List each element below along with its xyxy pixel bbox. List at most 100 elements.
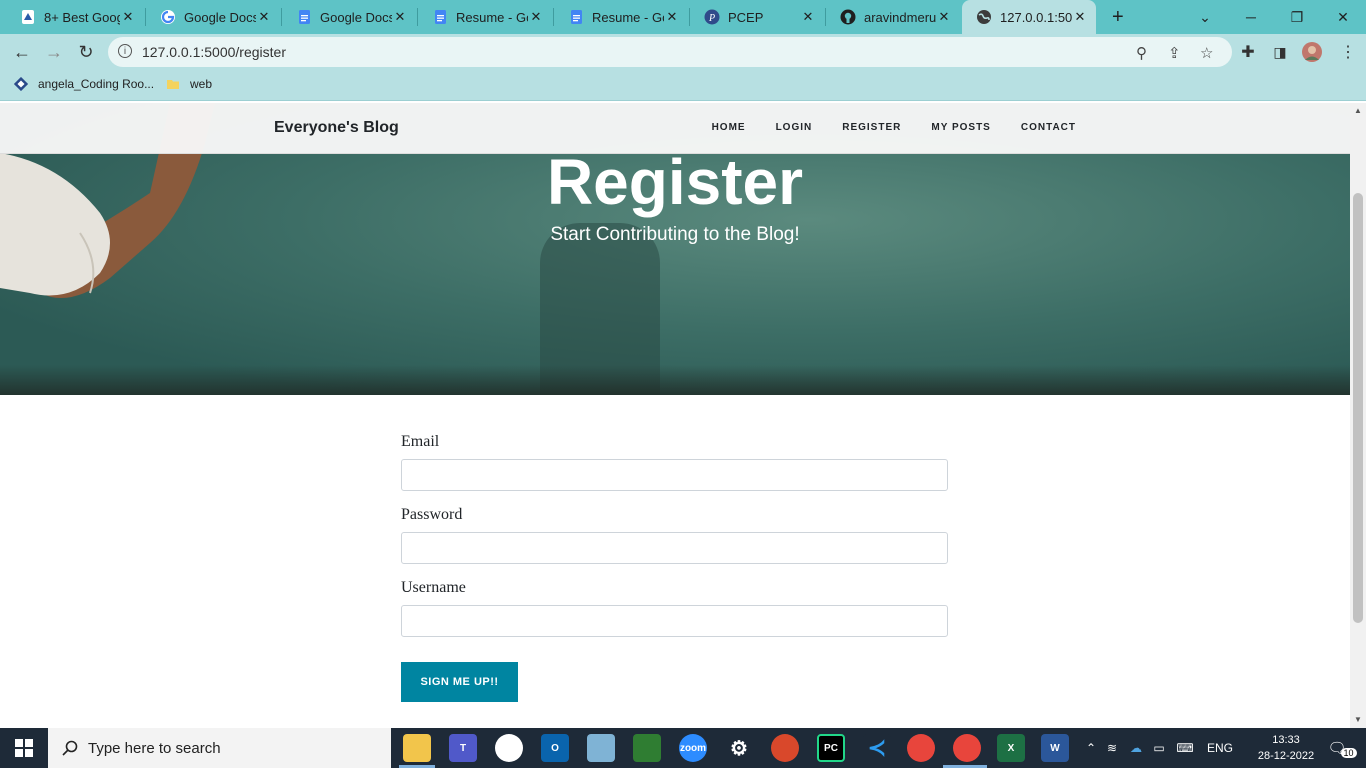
zoom-icon[interactable]: ⚲ — [1136, 44, 1147, 62]
side-panel-button[interactable]: ◨ — [1266, 38, 1294, 66]
globe-icon — [977, 10, 991, 24]
close-icon: ✕ — [1337, 8, 1349, 25]
language-indicator[interactable]: ENG — [1200, 741, 1240, 755]
tab-search-button[interactable]: ⌄ — [1182, 0, 1228, 34]
bookmark-folder[interactable]: web — [166, 77, 212, 91]
address-bar[interactable]: i 127.0.0.1:5000/register ⚲ ⇪ ☆ — [108, 37, 1232, 67]
close-icon[interactable]: ✕ — [800, 9, 816, 25]
minimize-icon: ─ — [1246, 9, 1256, 25]
info-icon[interactable]: i — [118, 44, 132, 58]
hero-ground — [0, 365, 1350, 395]
folder-icon — [167, 80, 179, 89]
battery-icon[interactable]: ▭ — [1148, 741, 1170, 755]
nav-links: HOME LOGIN REGISTER MY POSTS CONTACT — [712, 122, 1076, 133]
git-icon[interactable] — [771, 734, 799, 762]
browser-tab-strip: 8+ Best Goog ✕ Google Docs ✕ Google Docs… — [0, 0, 1366, 34]
nav-link-contact[interactable]: CONTACT — [1021, 122, 1076, 133]
onedrive-icon[interactable]: ☁ — [1124, 741, 1148, 755]
side-panel-icon: ◨ — [1273, 43, 1287, 60]
close-icon[interactable]: ✕ — [120, 9, 136, 25]
nav-link-login[interactable]: LOGIN — [776, 122, 813, 133]
charts-app-icon[interactable] — [633, 734, 661, 762]
email-label: Email — [401, 433, 440, 450]
sign-up-button[interactable]: SIGN ME UP!! — [401, 662, 518, 702]
new-tab-button[interactable]: + — [1106, 0, 1134, 34]
teams-icon[interactable]: T — [449, 734, 477, 762]
doc-icon — [22, 10, 34, 24]
extensions-button[interactable]: ✚ — [1234, 38, 1262, 66]
back-button[interactable]: ← — [8, 38, 36, 66]
tray-icons: ⌃ ≋ ☁ ▭ ⌨ ENG — [1082, 728, 1240, 768]
system-clock[interactable]: 13:33 28-12-2022 — [1254, 732, 1318, 764]
restore-icon: ❐ — [1290, 8, 1304, 25]
site-navbar: Everyone's Blog HOME LOGIN REGISTER MY P… — [0, 103, 1350, 154]
bookmark-item[interactable]: angela_Coding Roo... — [14, 77, 154, 91]
nav-link-my-posts[interactable]: MY POSTS — [931, 122, 991, 133]
close-icon[interactable]: ✕ — [936, 9, 952, 25]
chrome-icon[interactable] — [907, 734, 935, 762]
taskbar-search[interactable]: Type here to search — [48, 728, 391, 768]
nav-link-register[interactable]: REGISTER — [842, 122, 901, 133]
menu-button[interactable]: ⋮ — [1334, 38, 1362, 66]
word-icon[interactable]: W — [1041, 734, 1069, 762]
tab-title: Resume - Goo — [456, 9, 528, 25]
network-icon[interactable]: ≋ — [1100, 741, 1124, 755]
email-field[interactable] — [401, 459, 948, 491]
chevron-up-icon[interactable]: ⌃ — [1082, 741, 1100, 755]
excel-icon[interactable]: X — [997, 734, 1025, 762]
tab-title: Resume - Goo — [592, 9, 664, 25]
pycharm-icon[interactable]: PC — [817, 734, 845, 762]
restore-button[interactable]: ❐ — [1274, 0, 1320, 34]
window-close-button[interactable]: ✕ — [1320, 0, 1366, 34]
scroll-down-icon[interactable]: ▼ — [1350, 712, 1366, 728]
tab-title: Google Docs — [320, 9, 392, 25]
site-brand[interactable]: Everyone's Blog — [274, 119, 399, 137]
browser-tab[interactable]: 8+ Best Goog ✕ — [6, 0, 144, 34]
bookmark-site-icon — [14, 77, 28, 91]
page-scrollbar[interactable]: ▲ ▼ — [1350, 103, 1366, 728]
close-icon[interactable]: ✕ — [664, 9, 680, 25]
start-button[interactable] — [0, 728, 48, 768]
github-icon — [840, 9, 856, 25]
keyboard-icon[interactable]: ⌨ — [1170, 741, 1200, 755]
notes-icon[interactable] — [587, 734, 615, 762]
file-explorer-icon[interactable] — [403, 734, 431, 762]
password-field[interactable] — [401, 532, 948, 564]
notification-button[interactable]: 🗨 10 — [1322, 728, 1362, 768]
browser-tab[interactable]: aravindmerug ✕ — [826, 0, 960, 34]
profile-button[interactable] — [1298, 38, 1326, 66]
slack-icon[interactable] — [495, 734, 523, 762]
browser-tab[interactable]: Google Docs ✕ — [146, 0, 280, 34]
star-icon[interactable]: ☆ — [1200, 44, 1213, 62]
reload-button[interactable]: ↻ — [72, 38, 100, 66]
browser-tab[interactable]: P PCEP ✕ — [690, 0, 824, 34]
url-text[interactable]: 127.0.0.1:5000/register — [142, 44, 286, 60]
scroll-thumb[interactable] — [1353, 193, 1363, 623]
tab-title: aravindmerug — [864, 9, 936, 25]
browser-tab[interactable]: Resume - Goo ✕ — [418, 0, 552, 34]
forward-button[interactable]: → — [40, 38, 68, 66]
tab-title: 127.0.0.1:500 — [1000, 9, 1072, 25]
username-field[interactable] — [401, 605, 948, 637]
scroll-up-icon[interactable]: ▲ — [1350, 103, 1366, 119]
close-icon[interactable]: ✕ — [392, 9, 408, 25]
zoom-icon[interactable]: zoom — [679, 734, 707, 762]
password-label: Password — [401, 506, 463, 523]
share-icon[interactable]: ⇪ — [1168, 44, 1181, 62]
close-icon[interactable]: ✕ — [1072, 9, 1088, 25]
search-placeholder: Type here to search — [88, 739, 221, 757]
close-icon[interactable]: ✕ — [528, 9, 544, 25]
minimize-button[interactable]: ─ — [1228, 0, 1274, 34]
bookmarks-bar: angela_Coding Roo... web — [0, 70, 1366, 101]
browser-tab-active[interactable]: 127.0.0.1:500 ✕ — [962, 0, 1096, 34]
browser-tab[interactable]: Google Docs ✕ — [282, 0, 416, 34]
kebab-menu-icon: ⋮ — [1340, 44, 1356, 61]
chrome-profile-icon[interactable] — [953, 734, 981, 762]
bookmark-label: angela_Coding Roo... — [38, 77, 155, 91]
close-icon[interactable]: ✕ — [256, 9, 272, 25]
vscode-icon[interactable]: ≺ — [863, 734, 891, 762]
settings-gear-icon[interactable]: ⚙ — [725, 734, 753, 762]
nav-link-home[interactable]: HOME — [712, 122, 746, 133]
outlook-icon[interactable]: O — [541, 734, 569, 762]
browser-tab[interactable]: Resume - Goo ✕ — [554, 0, 688, 34]
